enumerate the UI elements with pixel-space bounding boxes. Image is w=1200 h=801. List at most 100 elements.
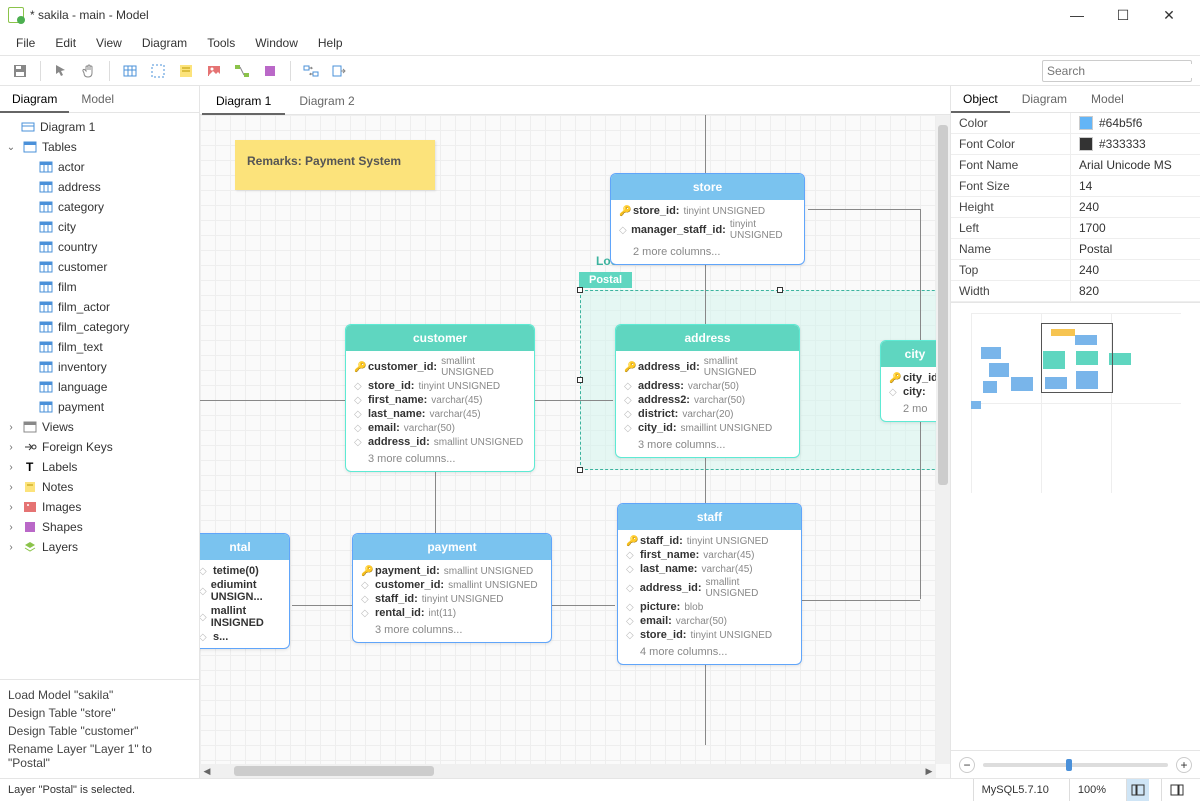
tab-diagram-1[interactable]: Diagram 1: [202, 88, 285, 114]
shape-tool[interactable]: [258, 59, 282, 83]
chevron-right-icon[interactable]: ›: [4, 542, 18, 553]
tree-table-language[interactable]: language: [0, 377, 199, 397]
tree-section-notes[interactable]: ›Notes: [0, 477, 199, 497]
history-item[interactable]: Load Model "sakila": [8, 686, 191, 704]
tree-section-images[interactable]: ›Images: [0, 497, 199, 517]
overview-panel[interactable]: [951, 302, 1200, 750]
note-tool[interactable]: [174, 59, 198, 83]
sidebar-tab-diagram[interactable]: Diagram: [0, 86, 69, 112]
menu-tools[interactable]: Tools: [197, 32, 245, 54]
tree-table-payment[interactable]: payment: [0, 397, 199, 417]
tree-section-layers[interactable]: ›Layers: [0, 537, 199, 557]
canvas-table-payment[interactable]: payment 🔑payment_id: smallint UNSIGNED◇c…: [352, 533, 552, 643]
prop-row-top[interactable]: Top240: [951, 260, 1200, 281]
prop-row-font-name[interactable]: Font NameArial Unicode MS: [951, 155, 1200, 176]
prop-row-height[interactable]: Height240: [951, 197, 1200, 218]
prop-tab-model[interactable]: Model: [1079, 86, 1136, 112]
tree-section-views[interactable]: ›Views: [0, 417, 199, 437]
table-column: ◇address: varchar(50): [624, 379, 791, 393]
tree-table-film_text[interactable]: film_text: [0, 337, 199, 357]
menu-file[interactable]: File: [6, 32, 45, 54]
image-tool[interactable]: [202, 59, 226, 83]
menu-window[interactable]: Window: [245, 32, 308, 54]
canvas-table-rental[interactable]: ntal ◇tetime(0) ◇ediumint UNSIGN... ◇mal…: [200, 533, 290, 649]
menu-edit[interactable]: Edit: [45, 32, 86, 54]
tree-table-inventory[interactable]: inventory: [0, 357, 199, 377]
chevron-right-icon[interactable]: ›: [4, 422, 18, 433]
hand-tool[interactable]: [77, 59, 101, 83]
canvas-table-staff[interactable]: staff 🔑staff_id: tinyint UNSIGNED◇first_…: [617, 503, 802, 665]
canvas-table-customer[interactable]: customer 🔑customer_id: smallint UNSIGNED…: [345, 324, 535, 472]
canvas-table-city[interactable]: city 🔑city_id: ◇city: 2 mo: [880, 340, 936, 422]
tree-section-foreign-keys[interactable]: ›Foreign Keys: [0, 437, 199, 457]
chevron-right-icon[interactable]: ›: [4, 502, 18, 513]
layer-tool[interactable]: [146, 59, 170, 83]
history-item[interactable]: Rename Layer "Layer 1" to "Postal": [8, 740, 191, 772]
canvas-table-address[interactable]: address 🔑address_id: smallint UNSIGNED◇a…: [615, 324, 800, 458]
minimize-button[interactable]: —: [1054, 0, 1100, 30]
sidebar-tab-model[interactable]: Model: [69, 86, 126, 112]
canvas-note[interactable]: Remarks: Payment System: [235, 140, 435, 190]
scrollbar-horizontal[interactable]: ◀▶: [200, 764, 936, 778]
history-item[interactable]: Design Table "store": [8, 704, 191, 722]
sync-tool[interactable]: [299, 59, 323, 83]
tab-diagram-2[interactable]: Diagram 2: [285, 88, 368, 114]
property-grid[interactable]: Color#64b5f6Font Color#333333Font NameAr…: [951, 113, 1200, 302]
history-item[interactable]: Design Table "customer": [8, 722, 191, 740]
table-tool[interactable]: [118, 59, 142, 83]
layout-toggle-2-icon[interactable]: [1161, 779, 1192, 801]
table-icon: [38, 259, 54, 275]
tree-table-actor[interactable]: actor: [0, 157, 199, 177]
status-db: MySQL5.7.10: [973, 779, 1057, 801]
menu-view[interactable]: View: [86, 32, 132, 54]
prop-row-font-size[interactable]: Font Size14: [951, 176, 1200, 197]
table-column: ◇ediumint UNSIGN...: [200, 578, 281, 604]
menu-help[interactable]: Help: [308, 32, 353, 54]
prop-tab-object[interactable]: Object: [951, 86, 1010, 112]
zoom-in-button[interactable]: +: [1176, 757, 1192, 773]
chevron-right-icon[interactable]: ›: [4, 522, 18, 533]
prop-tab-diagram[interactable]: Diagram: [1010, 86, 1079, 112]
tree-section-shapes[interactable]: ›Shapes: [0, 517, 199, 537]
pointer-tool[interactable]: [49, 59, 73, 83]
table-icon: [38, 359, 54, 375]
prop-row-font-color[interactable]: Font Color#333333: [951, 134, 1200, 155]
tree-table-film_category[interactable]: film_category: [0, 317, 199, 337]
maximize-button[interactable]: ☐: [1100, 0, 1146, 30]
tree-tables-section[interactable]: ⌄ Tables: [0, 137, 199, 157]
prop-row-left[interactable]: Left1700: [951, 218, 1200, 239]
prop-row-name[interactable]: NamePostal: [951, 239, 1200, 260]
chevron-right-icon[interactable]: ›: [4, 462, 18, 473]
tree-table-category[interactable]: category: [0, 197, 199, 217]
prop-row-color[interactable]: Color#64b5f6: [951, 113, 1200, 134]
section-icon: T: [22, 459, 38, 475]
chevron-right-icon[interactable]: ›: [4, 442, 18, 453]
search-input[interactable]: [1047, 64, 1200, 78]
tree-section-labels[interactable]: ›TLabels: [0, 457, 199, 477]
close-button[interactable]: ✕: [1146, 0, 1192, 30]
object-tree[interactable]: Diagram 1 ⌄ Tables actoraddresscategoryc…: [0, 113, 199, 679]
chevron-down-icon[interactable]: ⌄: [4, 142, 18, 153]
tree-table-film_actor[interactable]: film_actor: [0, 297, 199, 317]
zoom-slider[interactable]: [983, 763, 1168, 767]
scrollbar-vertical[interactable]: [936, 115, 950, 764]
tree-diagram-root[interactable]: Diagram 1: [0, 117, 199, 137]
menu-diagram[interactable]: Diagram: [132, 32, 197, 54]
chevron-right-icon[interactable]: ›: [4, 482, 18, 493]
diagram-canvas[interactable]: Remarks: Payment System Location Postal: [200, 115, 936, 764]
tree-table-customer[interactable]: customer: [0, 257, 199, 277]
table-more-label: 2 mo: [889, 399, 936, 417]
tree-table-address[interactable]: address: [0, 177, 199, 197]
layout-toggle-icon[interactable]: [1126, 779, 1149, 801]
export-tool[interactable]: [327, 59, 351, 83]
zoom-out-button[interactable]: −: [959, 757, 975, 773]
canvas-table-store[interactable]: store 🔑store_id: tinyint UNSIGNED◇manage…: [610, 173, 805, 265]
tree-table-country[interactable]: country: [0, 237, 199, 257]
tree-table-city[interactable]: city: [0, 217, 199, 237]
relation-tool[interactable]: [230, 59, 254, 83]
menu-bar: File Edit View Diagram Tools Window Help: [0, 30, 1200, 56]
prop-row-width[interactable]: Width820: [951, 281, 1200, 302]
search-box[interactable]: 🔍: [1042, 60, 1192, 82]
tree-table-film[interactable]: film: [0, 277, 199, 297]
save-button[interactable]: [8, 59, 32, 83]
